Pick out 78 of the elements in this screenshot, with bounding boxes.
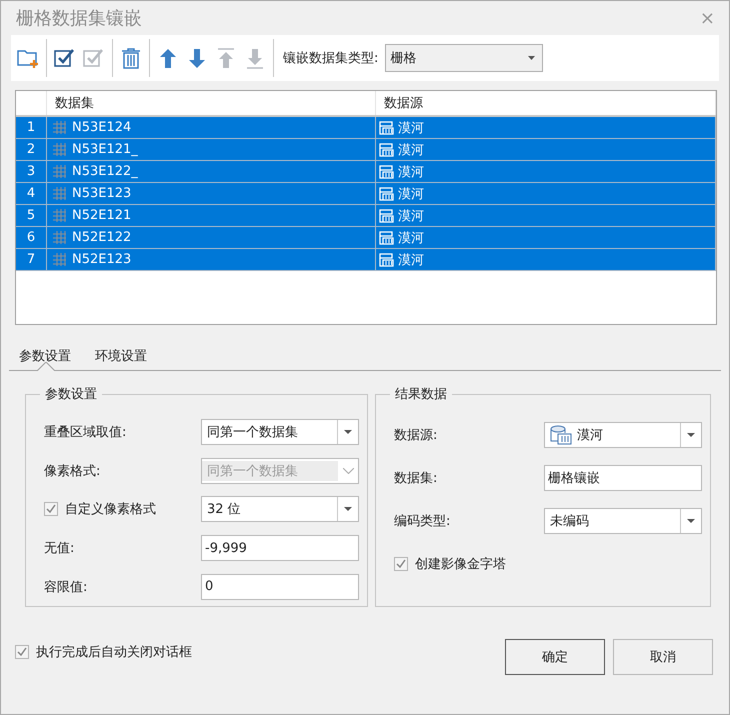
table-row[interactable]: 7 N52E123 漠河	[16, 248, 716, 270]
checkbox-label: 创建影像金字塔	[415, 556, 506, 572]
grid-icon	[53, 253, 66, 266]
field-label: 编码类型:	[394, 512, 450, 530]
chevron-icon	[342, 468, 354, 474]
checkbox[interactable]	[394, 556, 408, 570]
checkbox[interactable]	[15, 645, 29, 659]
dialog-button[interactable]: 确定	[505, 639, 605, 675]
row-number: 2	[16, 138, 46, 160]
input-field[interactable]: 栅格镶嵌	[544, 464, 702, 490]
caret-icon	[344, 507, 352, 512]
database-icon	[379, 208, 394, 222]
grid-icon	[53, 143, 66, 156]
group-title: 结果数据	[394, 386, 448, 403]
database-icon	[550, 424, 572, 444]
tab[interactable]: 参数设置	[9, 342, 81, 370]
caret-icon	[528, 56, 536, 60]
table-cell-text: 漠河	[398, 208, 424, 224]
checkbox-label: 自定义像素格式	[65, 501, 156, 518]
row-number: 5	[16, 204, 46, 226]
field-label: 数据集:	[394, 470, 438, 486]
database-icon	[379, 120, 394, 134]
table-row[interactable]: 1 N53E124 漠河	[16, 116, 716, 138]
dropdown[interactable]: 未编码	[544, 508, 702, 534]
caret-icon	[344, 430, 352, 434]
table-row[interactable]: 2 N53E121_ 漠河	[16, 138, 716, 160]
field-label: 像素格式:	[44, 462, 100, 480]
caret-icon	[687, 518, 695, 522]
database-icon	[379, 186, 394, 200]
table-cell-text: 漠河	[398, 142, 424, 158]
grid-icon	[53, 165, 66, 178]
field-label: 容限值:	[44, 578, 88, 596]
table-cell-text: 漠河	[398, 164, 424, 180]
grid-icon	[53, 209, 66, 222]
table-cell: N53E121_	[72, 142, 138, 157]
grid-icon	[53, 231, 66, 244]
field-label: 无值:	[44, 540, 74, 558]
table-cell-text: 漠河	[398, 120, 424, 136]
table-row[interactable]: 6 N52E122 漠河	[16, 226, 716, 248]
row-number: 4	[16, 182, 46, 204]
table-cell: N53E124	[72, 120, 132, 135]
table-row[interactable]: 4 N53E123 漠河	[16, 182, 716, 204]
table-cell-text: 漠河	[398, 186, 424, 202]
database-icon	[379, 142, 394, 156]
tab[interactable]: 环境设置	[85, 342, 157, 370]
table-cell-text: 漠河	[398, 252, 424, 268]
table-row[interactable]: 5 N52E121 漠河	[16, 204, 716, 226]
checkbox[interactable]	[44, 502, 58, 516]
table-cell: N52E121	[72, 208, 132, 223]
row-number: 6	[16, 226, 46, 248]
window-title: 栅格数据集镶嵌	[16, 7, 142, 30]
dropdown[interactable]: 32 位	[201, 496, 359, 522]
group-title: 参数设置	[44, 386, 98, 403]
dropdown[interactable]: 同第一个数据集	[201, 419, 359, 446]
table-cell: N53E122_	[72, 164, 138, 179]
input-field[interactable]: -9,999	[201, 535, 359, 562]
type-label: 镶嵌数据集类型:	[283, 50, 378, 67]
caret-icon	[687, 432, 695, 436]
database-icon	[379, 252, 394, 266]
grid-icon	[53, 187, 66, 200]
table-cell: N52E123	[72, 252, 132, 267]
dialog-button[interactable]: 取消	[613, 639, 713, 675]
table-cell-text: 漠河	[398, 230, 424, 246]
type-dropdown[interactable]: 栅格	[385, 44, 544, 72]
row-number: 3	[16, 160, 46, 182]
table-row[interactable]: 3 N53E122_ 漠河	[16, 160, 716, 182]
database-icon	[379, 164, 394, 178]
field-label: 重叠区域取值:	[44, 424, 126, 442]
dropdown[interactable]: 漠河	[544, 422, 702, 448]
checkbox-label: 执行完成后自动关闭对话框	[36, 644, 192, 661]
row-number: 1	[16, 116, 46, 138]
field-label: 数据源:	[394, 426, 438, 444]
row-number: 7	[16, 248, 46, 270]
database-icon	[379, 230, 394, 244]
grid-icon	[53, 121, 66, 134]
table-cell: N53E123	[72, 186, 132, 201]
input-field[interactable]: 0	[201, 574, 359, 600]
table-cell: N52E122	[72, 230, 132, 245]
